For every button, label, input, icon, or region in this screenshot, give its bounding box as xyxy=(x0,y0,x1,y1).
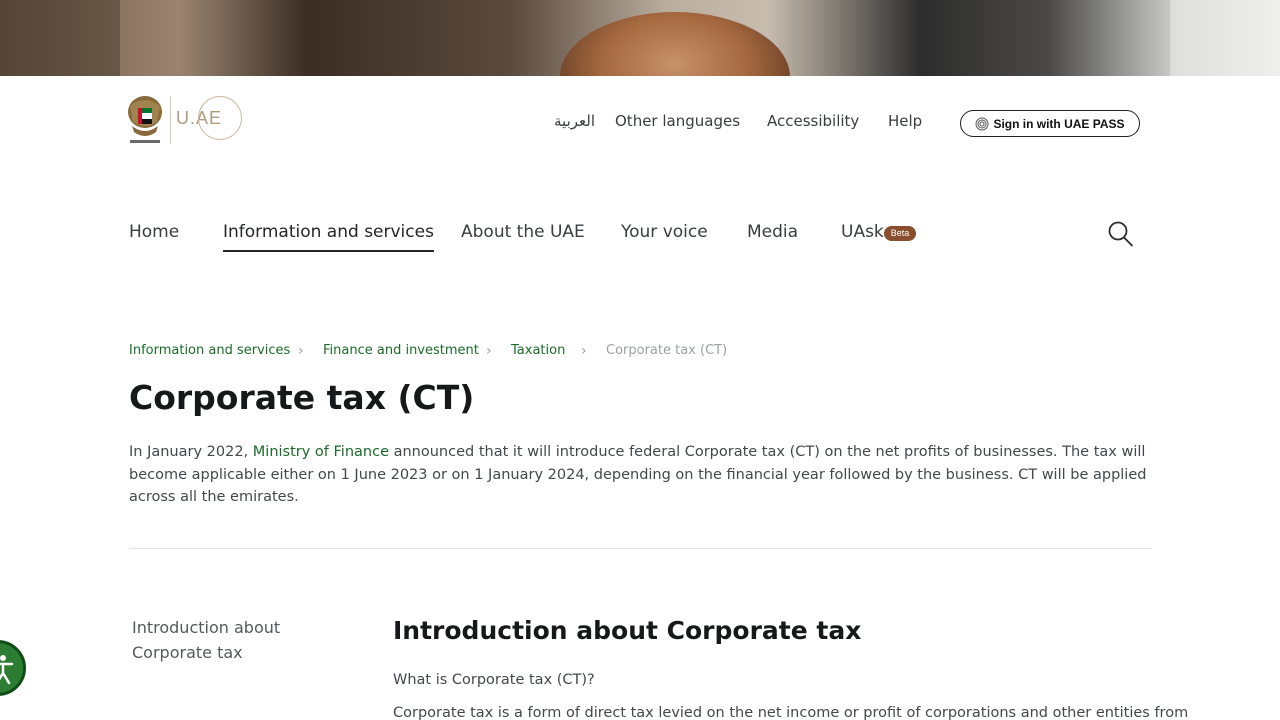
nav-item-your-voice[interactable]: Your voice xyxy=(621,222,708,242)
intro-text-start: In January 2022, xyxy=(129,444,253,460)
fingerprint-icon xyxy=(975,117,989,130)
help-link[interactable]: Help xyxy=(888,112,922,130)
breadcrumb-current-page: Corporate tax (CT) xyxy=(606,343,728,358)
chevron-right-icon: › xyxy=(486,343,492,359)
nav-item-information-and-services[interactable]: Information and services xyxy=(223,222,434,252)
accessibility-link[interactable]: Accessibility xyxy=(767,112,859,130)
beta-badge: Beta xyxy=(884,226,916,241)
breadcrumb: Information and services › Finance and i… xyxy=(0,343,1280,361)
nav-item-media[interactable]: Media xyxy=(747,222,798,242)
nav-item-home[interactable]: Home xyxy=(129,222,179,242)
breadcrumb-information-and-services[interactable]: Information and services xyxy=(129,343,290,358)
section-paragraph: Corporate tax is a form of direct tax le… xyxy=(393,705,1189,720)
page-title: Corporate tax (CT) xyxy=(129,378,475,417)
sign-in-uae-pass-button[interactable]: Sign in with UAE PASS xyxy=(960,110,1140,137)
section-divider xyxy=(129,548,1152,549)
section-heading: Introduction about Corporate tax xyxy=(393,616,862,645)
nav-item-about-the-uae[interactable]: About the UAE xyxy=(461,222,585,242)
breadcrumb-taxation[interactable]: Taxation xyxy=(511,343,565,358)
hero-banner-image xyxy=(0,0,1280,76)
chevron-right-icon: › xyxy=(581,343,587,359)
intro-paragraph: In January 2022, Ministry of Finance ann… xyxy=(129,441,1159,509)
nav-item-uask[interactable]: UAsk xyxy=(841,222,884,242)
ministry-of-finance-link[interactable]: Ministry of Finance xyxy=(253,444,389,460)
search-icon[interactable] xyxy=(1106,220,1134,248)
side-nav-item-introduction[interactable]: Introduction about Corporate tax xyxy=(132,616,332,665)
other-languages-link[interactable]: Other languages xyxy=(615,112,740,130)
accessibility-widget-button[interactable] xyxy=(0,640,26,696)
main-navigation: Home Information and services About the … xyxy=(0,222,1280,258)
sign-in-label: Sign in with UAE PASS xyxy=(993,116,1125,131)
arabic-language-link[interactable]: العربية xyxy=(554,112,595,130)
section-question: What is Corporate tax (CT)? xyxy=(393,672,595,688)
chevron-right-icon: › xyxy=(298,343,304,359)
accessibility-icon xyxy=(0,655,14,685)
breadcrumb-finance-and-investment[interactable]: Finance and investment xyxy=(323,343,479,358)
